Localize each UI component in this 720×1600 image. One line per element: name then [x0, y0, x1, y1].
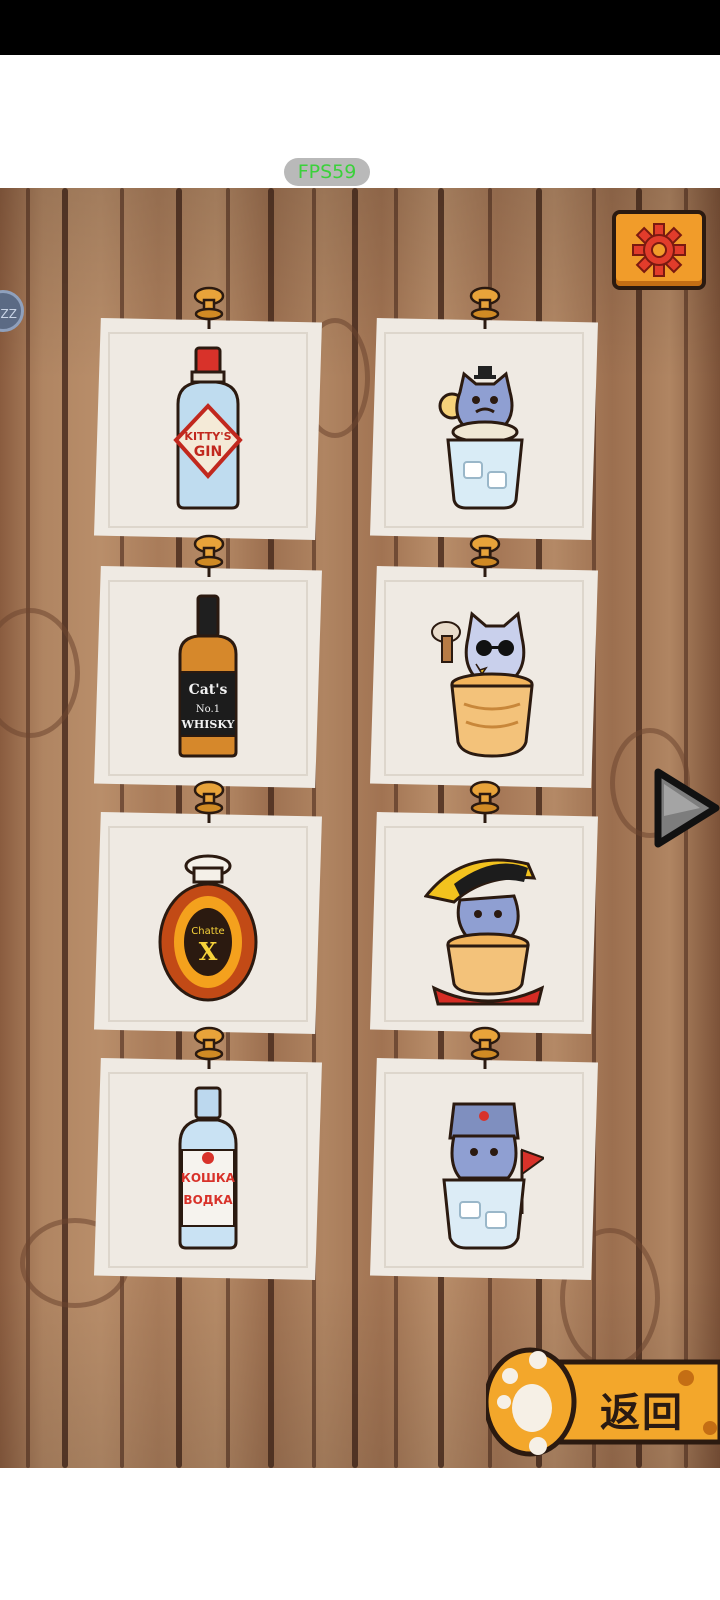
- vodka-label-line1: КОШКА: [181, 1171, 236, 1185]
- vodka-bottle-icon: КОШКА ВОДКА: [178, 1086, 238, 1250]
- whisky-bottle-icon: Cat's No.1 WHISKY: [178, 594, 238, 758]
- push-pin-icon: [469, 286, 501, 329]
- cat-in-whisky-glass-icon: [431, 611, 534, 758]
- vodka-label-line2: ВОДКА: [183, 1193, 233, 1207]
- push-pin-icon: [469, 780, 501, 823]
- cat-in-gin-glass-icon: [438, 366, 524, 510]
- gin-bottle-icon: KITTY'S GIN: [173, 346, 243, 510]
- push-pin-icon: [469, 1026, 501, 1069]
- paw-icon: [486, 1347, 577, 1457]
- collection-card-whisky[interactable]: Cat's No.1 WHISKY: [94, 534, 322, 788]
- cat-in-cognac-glass-icon: [424, 858, 544, 1006]
- cognac-label-line1: Chatte: [191, 926, 224, 937]
- whisky-label-line2: No.1: [196, 704, 220, 715]
- cognac-bottle-icon: Chatte X: [158, 854, 258, 1002]
- push-pin-icon: [193, 286, 225, 329]
- gear-icon: [632, 223, 686, 277]
- push-pin-icon: [469, 534, 501, 577]
- settings-button[interactable]: [612, 210, 706, 290]
- cognac-label-line2: X: [199, 937, 218, 966]
- gin-label-line1: KITTY'S: [184, 430, 231, 443]
- fps-counter: FPS59: [284, 158, 370, 186]
- collection-card-gin[interactable]: KITTY'S GIN: [94, 286, 322, 540]
- push-pin-icon: [193, 1026, 225, 1069]
- status-bar: [0, 0, 720, 55]
- whisky-label-line1: Cat's: [189, 682, 228, 698]
- play-arrow-icon[interactable]: [648, 766, 720, 850]
- push-pin-icon: [193, 780, 225, 823]
- gin-label-line2: GIN: [194, 444, 222, 460]
- collection-card-cognac-cat[interactable]: [370, 780, 598, 1034]
- back-button-label[interactable]: 返回: [600, 1380, 684, 1438]
- push-pin-icon: [193, 534, 225, 577]
- cat-in-vodka-glass-icon: [442, 1102, 544, 1250]
- collection-card-whisky-cat[interactable]: [370, 534, 598, 788]
- whisky-label-line3: WHISKY: [181, 718, 235, 731]
- collection-card-vodka[interactable]: КОШКА ВОДКА: [94, 1026, 322, 1280]
- collection-card-cognac[interactable]: Chatte X: [94, 780, 322, 1034]
- collection-card-gin-cat[interactable]: [370, 286, 598, 540]
- collection-card-vodka-cat[interactable]: [370, 1026, 598, 1280]
